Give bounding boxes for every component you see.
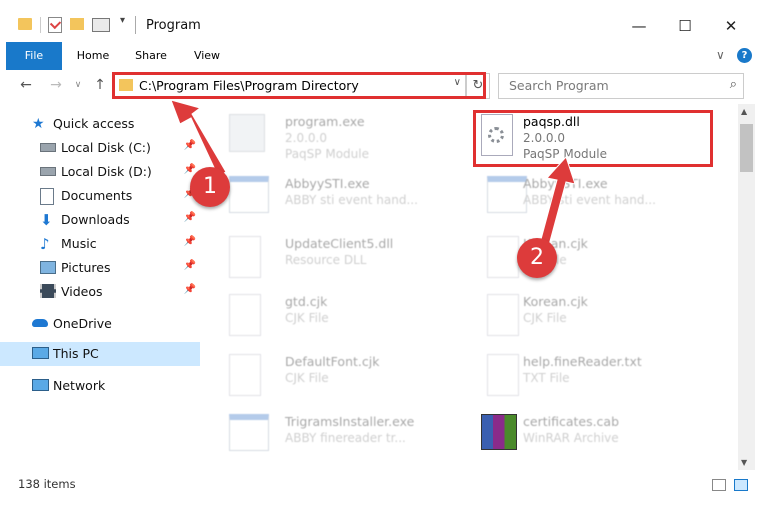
details-view-icon[interactable] xyxy=(712,479,726,491)
status-bar: 138 items xyxy=(0,472,769,506)
arrow-2 xyxy=(539,156,576,246)
arrow-1 xyxy=(170,99,227,177)
annotation-arrows xyxy=(170,99,576,246)
step-badge-1: 1 xyxy=(190,167,230,207)
large-icons-view-icon[interactable] xyxy=(734,479,748,491)
step-badge-2: 2 xyxy=(517,238,557,278)
item-count: 138 items xyxy=(18,477,76,491)
